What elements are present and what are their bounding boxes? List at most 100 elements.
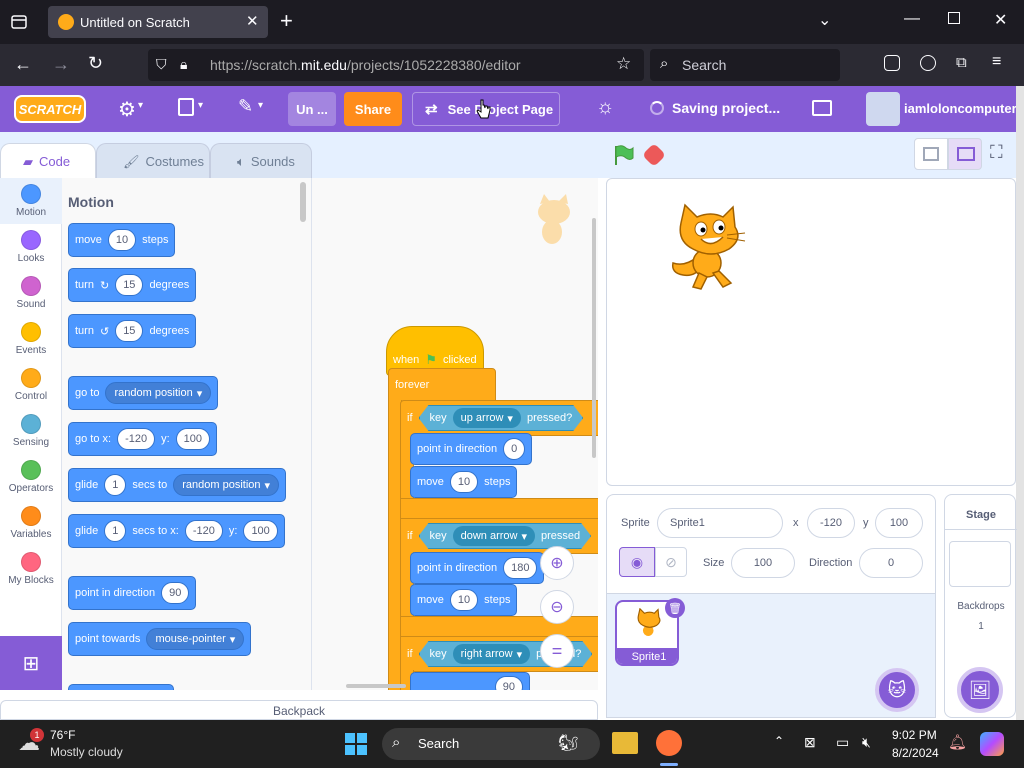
category-control[interactable]: Control [0, 362, 62, 408]
block-input[interactable]: 1 [104, 520, 127, 542]
key-dropdown[interactable]: up arrow ▾ [453, 408, 521, 428]
green-flag-icon[interactable] [612, 144, 634, 166]
clock-time[interactable]: 9:02 PM [892, 728, 937, 742]
block-input[interactable]: 10 [449, 471, 479, 493]
block-key-pressed[interactable]: key up arrow ▾ pressed? [419, 405, 584, 431]
url-bar[interactable]: ⛉ 🔒︎ https://scratch.mit.edu/projects/10… [148, 49, 644, 81]
firefox-icon[interactable] [656, 730, 682, 756]
block-point-in-direction[interactable]: point in direction 0 [410, 433, 533, 465]
account-icon[interactable] [920, 55, 936, 71]
username[interactable]: iamloloncomputer [904, 101, 1017, 116]
minimize-icon[interactable]: — [904, 10, 920, 28]
block-input[interactable]: 100 [175, 428, 211, 450]
category-looks[interactable]: Looks [0, 224, 62, 270]
avatar[interactable] [866, 92, 900, 126]
choose-sprite-button[interactable]: 🐱︎ [875, 668, 919, 712]
block-input[interactable]: 1 [104, 474, 127, 496]
block-input[interactable]: 90 [494, 676, 523, 690]
browser-tab-active[interactable]: Untitled on Scratch ✕ [48, 6, 268, 38]
page-scrollbar[interactable] [1016, 86, 1024, 720]
block-turn-left[interactable]: turn ↺ 15 degrees [68, 314, 197, 348]
category-events[interactable]: Events [0, 316, 62, 362]
file-menu-icon[interactable] [178, 98, 194, 116]
network-off-icon[interactable]: ⊠ [804, 734, 816, 751]
project-title-input[interactable]: Un ... [288, 92, 336, 126]
show-hidden-icons-icon[interactable]: ⌃ [774, 734, 784, 748]
script-area[interactable]: when ⚑ clicked forever if key up arrow ▾ pr… [312, 178, 598, 690]
block-input[interactable]: 10 [449, 589, 479, 611]
block-input[interactable]: 90 [161, 582, 190, 604]
category-operators[interactable]: Operators [0, 454, 62, 500]
block-turn-right[interactable]: turn ↻ 15 degrees [68, 268, 197, 302]
hide-sprite-button[interactable]: ⊘ [655, 547, 687, 577]
stage-target-panel[interactable]: Stage Backdrops 1 🖼︎ [944, 494, 1017, 718]
block-dropdown[interactable]: random position ▾ [105, 382, 212, 404]
block-input[interactable]: -120 [184, 520, 223, 542]
block-input[interactable]: -120 [117, 428, 156, 450]
block-point-in-direction[interactable]: point in direction 90 [68, 576, 197, 610]
show-sprite-button[interactable]: ◉ [619, 547, 655, 577]
block-input[interactable]: 10 [107, 229, 137, 251]
close-tab-icon[interactable]: ✕ [246, 12, 259, 30]
y-input[interactable]: 100 [875, 508, 923, 538]
block-move-steps[interactable]: move 10 steps [410, 584, 518, 616]
zoom-reset-button[interactable]: = [540, 634, 574, 668]
list-all-tabs-icon[interactable]: ⌄ [818, 10, 831, 30]
my-stuff-folder-icon[interactable] [812, 100, 832, 116]
category-motion[interactable]: Motion [0, 178, 62, 224]
block-input[interactable]: 15 [115, 274, 144, 296]
sprite-name-input[interactable]: Sprite1 [657, 508, 783, 538]
delete-sprite-button[interactable]: 🗑︎ [665, 598, 685, 618]
close-window-icon[interactable]: ✕ [994, 10, 1007, 30]
maximize-icon[interactable] [948, 12, 960, 24]
settings-gear-icon[interactable]: ⚙ [118, 97, 136, 122]
file-explorer-icon[interactable] [612, 732, 638, 754]
zoom-in-button[interactable]: ⊕ [540, 546, 574, 580]
block-go-to-xy[interactable]: go to x: -120 y: 100 [68, 422, 218, 456]
weather-widget[interactable]: ☁ 1 [16, 728, 44, 756]
block-move-steps[interactable]: move 10 steps [410, 466, 518, 498]
copilot-icon[interactable] [980, 732, 1004, 756]
backpack-bar[interactable]: Backpack [0, 700, 598, 720]
block-forever[interactable]: forever [388, 368, 496, 402]
category-my-blocks[interactable]: My Blocks [0, 546, 62, 592]
direction-input[interactable]: 0 [859, 548, 923, 578]
block-glide-xy[interactable]: glide 1 secs to x: -120 y: 100 [68, 514, 285, 548]
fullscreen-icon[interactable]: ⛶ [990, 142, 1003, 163]
tab-sounds[interactable]: 🔈︎ Sounds [210, 143, 312, 179]
block-dropdown[interactable]: mouse-pointer ▾ [146, 628, 245, 650]
block-if-down-arrow[interactable]: if key down arrow ▾ pressed [400, 518, 598, 554]
pocket-icon[interactable] [884, 55, 900, 71]
new-tab-icon[interactable]: + [280, 8, 293, 34]
block-dropdown[interactable]: random position ▾ [173, 474, 280, 496]
block-if-up-arrow[interactable]: if key up arrow ▾ pressed? [400, 400, 598, 436]
windows-start-icon[interactable] [344, 732, 368, 756]
block-glide-to[interactable]: glide 1 secs to random position ▾ [68, 468, 287, 502]
block-partial[interactable] [68, 684, 174, 690]
block-point-in-direction[interactable]: point in direction 180 [410, 552, 545, 584]
bookmark-star-icon[interactable]: ☆ [616, 54, 631, 74]
theme-lightbulb-icon[interactable]: ☼ [596, 96, 614, 119]
share-button[interactable]: Share [344, 92, 402, 126]
taskbar-search-box[interactable]: ⌕ Search 🐿︎ [382, 728, 600, 760]
normal-stage-button[interactable] [948, 138, 982, 170]
lock-icon[interactable]: 🔒︎ [180, 56, 187, 73]
block-point-towards[interactable]: point towards mouse-pointer ▾ [68, 622, 252, 656]
menu-icon[interactable]: ≡ [992, 53, 1001, 71]
size-input[interactable]: 100 [731, 548, 795, 578]
stop-icon[interactable] [641, 142, 667, 168]
scratch-logo[interactable]: SCRATCH [14, 95, 86, 123]
small-stage-button[interactable] [914, 138, 948, 170]
forward-icon[interactable]: → [52, 54, 70, 75]
script-vertical-scrollbar[interactable] [592, 218, 596, 458]
x-input[interactable]: -120 [807, 508, 855, 538]
script-horizontal-scrollbar[interactable] [346, 684, 406, 688]
extensions-icon[interactable]: ⧉ [956, 54, 967, 71]
clock-date[interactable]: 8/2/2024 [892, 746, 939, 760]
browser-search-input[interactable]: ⌕ Search [650, 49, 840, 81]
scratch-cat-sprite-icon[interactable] [667, 203, 751, 293]
block-move-steps[interactable]: move 10 steps [68, 223, 176, 257]
tab-code[interactable]: ▰ Code [0, 143, 96, 179]
choose-backdrop-button[interactable]: 🖼︎ [957, 667, 1003, 713]
block-go-to[interactable]: go to random position ▾ [68, 376, 219, 410]
